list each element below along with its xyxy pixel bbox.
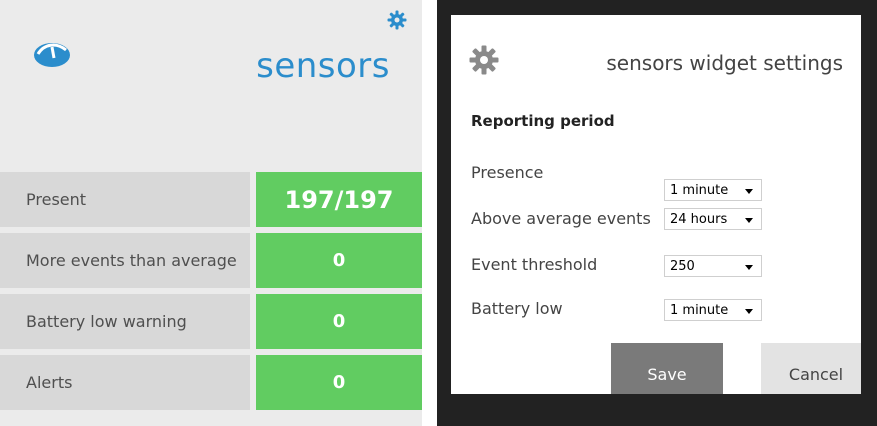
status-value[interactable]: 0	[256, 233, 422, 288]
status-value[interactable]: 197/197	[256, 172, 422, 227]
save-button[interactable]: Save	[611, 343, 723, 394]
status-row-alerts: Alerts 0	[0, 355, 422, 410]
section-heading: Reporting period	[471, 112, 615, 130]
above-average-events-select[interactable]: 24 hours	[664, 208, 762, 230]
status-value[interactable]: 0	[256, 294, 422, 349]
dialog-title: sensors widget settings	[606, 51, 843, 75]
field-label-event-threshold: Event threshold	[471, 255, 598, 274]
settings-dialog-frame: sensors widget settings Reporting period…	[437, 0, 877, 426]
status-label: Alerts	[0, 355, 250, 410]
select-value: 1 minute	[670, 182, 729, 198]
settings-gear-icon	[469, 45, 499, 75]
dropdown-caret-icon	[745, 309, 753, 314]
dropdown-caret-icon	[745, 189, 753, 194]
logo-icon	[34, 43, 70, 67]
event-threshold-select[interactable]: 250	[664, 255, 762, 277]
dropdown-caret-icon	[745, 218, 753, 223]
field-label-battery-low: Battery low	[471, 299, 563, 318]
sensor-status-list: Present 197/197 More events than average…	[0, 172, 422, 416]
field-label-above-average: Above average events	[471, 209, 651, 228]
status-label: Battery low warning	[0, 294, 250, 349]
status-row-more-events: More events than average 0	[0, 233, 422, 288]
status-label: Present	[0, 172, 250, 227]
gear-icon[interactable]	[387, 10, 407, 30]
select-value: 24 hours	[670, 211, 728, 227]
settings-dialog: sensors widget settings Reporting period…	[451, 15, 861, 394]
status-label: More events than average	[0, 233, 250, 288]
select-value: 250	[670, 258, 695, 274]
dropdown-caret-icon	[745, 265, 753, 270]
cancel-button[interactable]: Cancel	[761, 343, 861, 394]
widget-title: sensors	[256, 46, 390, 86]
status-value[interactable]: 0	[256, 355, 422, 410]
battery-low-select[interactable]: 1 minute	[664, 299, 762, 321]
select-value: 1 minute	[670, 302, 729, 318]
field-label-presence: Presence	[471, 163, 544, 182]
status-row-present: Present 197/197	[0, 172, 422, 227]
sensors-widget: sensors Present 197/197 More events than…	[0, 0, 422, 426]
status-row-battery-low: Battery low warning 0	[0, 294, 422, 349]
presence-select[interactable]: 1 minute	[664, 179, 762, 201]
